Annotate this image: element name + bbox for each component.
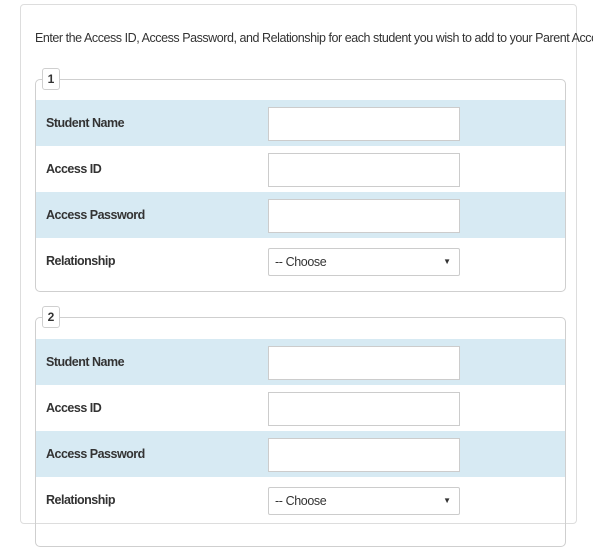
student-group-number: 1 bbox=[42, 68, 60, 90]
access-password-input[interactable] bbox=[268, 438, 460, 472]
access-password-label: Access Password bbox=[46, 447, 145, 461]
relationship-selected-value: -- Choose bbox=[275, 494, 327, 508]
access-password-row: Access Password bbox=[36, 192, 565, 238]
relationship-row: Relationship -- Choose ▼ bbox=[36, 238, 565, 284]
access-id-label: Access ID bbox=[46, 162, 102, 176]
relationship-row: Relationship -- Choose ▼ bbox=[36, 477, 565, 523]
add-students-panel: Enter the Access ID, Access Password, an… bbox=[20, 4, 593, 547]
access-password-input[interactable] bbox=[268, 199, 460, 233]
student-name-row: Student Name bbox=[36, 100, 565, 146]
relationship-select[interactable]: -- Choose ▼ bbox=[268, 487, 460, 515]
relationship-label: Relationship bbox=[46, 493, 116, 507]
student-name-label: Student Name bbox=[46, 116, 125, 130]
student-name-input[interactable] bbox=[268, 107, 460, 141]
access-password-label: Access Password bbox=[46, 208, 145, 222]
access-id-label: Access ID bbox=[46, 401, 102, 415]
relationship-selected-value: -- Choose bbox=[275, 255, 327, 269]
chevron-down-icon: ▼ bbox=[443, 496, 451, 505]
relationship-label: Relationship bbox=[46, 254, 116, 268]
access-password-row: Access Password bbox=[36, 431, 565, 477]
relationship-select[interactable]: -- Choose ▼ bbox=[268, 248, 460, 276]
student-group-2: 2 Student Name Access ID Access Password… bbox=[35, 306, 566, 547]
instructions-text: Enter the Access ID, Access Password, an… bbox=[35, 31, 593, 45]
student-name-input[interactable] bbox=[268, 346, 460, 380]
student-name-label: Student Name bbox=[46, 355, 125, 369]
access-id-input[interactable] bbox=[268, 153, 460, 187]
access-id-row: Access ID bbox=[36, 385, 565, 431]
student-name-row: Student Name bbox=[36, 339, 565, 385]
access-id-input[interactable] bbox=[268, 392, 460, 426]
student-group-1: 1 Student Name Access ID Access Password… bbox=[35, 68, 566, 292]
student-group-number: 2 bbox=[42, 306, 60, 328]
chevron-down-icon: ▼ bbox=[443, 257, 451, 266]
access-id-row: Access ID bbox=[36, 146, 565, 192]
